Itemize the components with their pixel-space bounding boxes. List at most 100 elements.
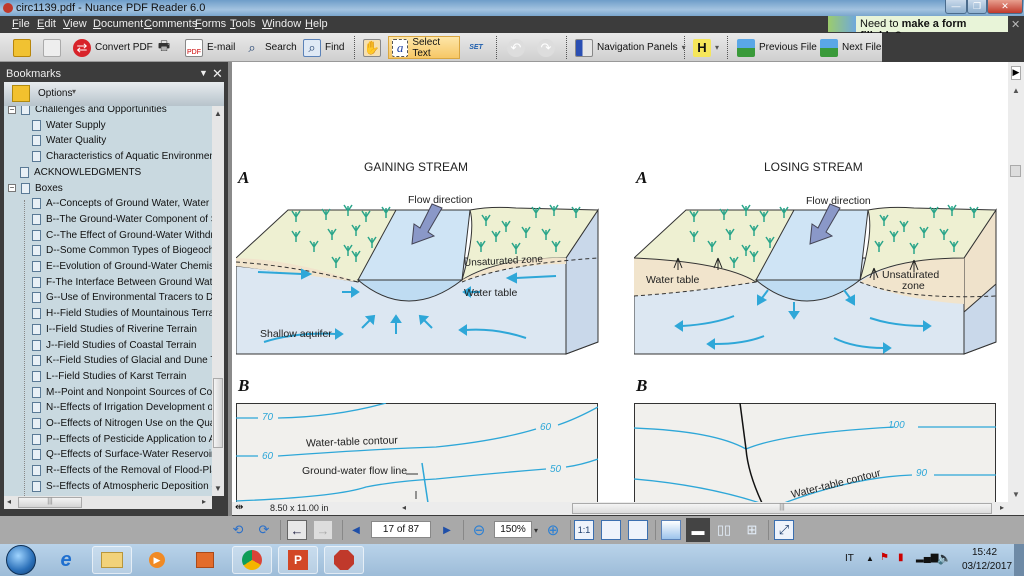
bookmark-item[interactable]: Water Quality <box>32 133 106 148</box>
bookmark-item[interactable]: K--Field Studies of Glacial and Dune Te <box>32 353 212 368</box>
scroll-down-icon[interactable]: ▼ <box>214 484 222 493</box>
facing-pages-button[interactable]: ▯▯ <box>714 520 734 540</box>
forward-view-button[interactable]: → <box>313 520 333 540</box>
actual-size-button[interactable]: 1:1 <box>574 520 594 540</box>
collapse-toggle-icon[interactable]: − <box>8 184 16 192</box>
bookmark-item[interactable]: N--Effects of Irrigation Development or <box>32 400 212 415</box>
scroll-up-icon[interactable]: ▲ <box>1012 86 1020 95</box>
bookmark-item[interactable]: H--Field Studies of Mountainous Terra <box>32 306 212 321</box>
continuous-facing-button[interactable]: ⊞ <box>742 520 762 540</box>
save-button[interactable] <box>40 36 64 59</box>
next-page-arrow-icon[interactable]: ▶ <box>1011 66 1021 80</box>
set-button[interactable]: SET <box>464 36 488 59</box>
bookmark-item[interactable]: I--Field Studies of Riverine Terrain <box>32 322 197 337</box>
clock-time[interactable]: 15:42 <box>972 547 997 558</box>
bookmark-item[interactable]: Characteristics of Aquatic Environment <box>32 149 212 164</box>
bookmark-item[interactable]: ACKNOWLEDGMENTS <box>20 165 141 180</box>
scrollbar-thumb[interactable]: ||| <box>572 503 992 514</box>
document-horizontal-scrollbar[interactable]: ⇹ 8.50 x 11.00 in ◂ ||| ▸ <box>232 502 1024 515</box>
panel-menu-icon[interactable]: ▼ <box>199 68 208 78</box>
chevron-down-icon[interactable]: ▾ <box>715 43 719 52</box>
chrome-icon[interactable] <box>232 546 272 574</box>
promo-close-icon[interactable]: ✕ <box>1011 18 1020 31</box>
show-desktop-button[interactable] <box>1014 544 1024 576</box>
page-number-field[interactable]: 17 of 87 <box>371 521 431 538</box>
scroll-up-icon[interactable]: ▲ <box>214 109 222 118</box>
redo-button[interactable]: ↷ <box>534 36 558 59</box>
internet-explorer-icon[interactable]: e <box>46 546 86 574</box>
open-button[interactable] <box>10 36 34 59</box>
bookmark-item[interactable]: L--Field Studies of Karst Terrain <box>32 369 186 384</box>
back-view-button[interactable]: ← <box>287 520 307 540</box>
menu-forms[interactable]: Forms <box>195 18 226 30</box>
bookmark-item[interactable]: A--Concepts of Ground Water, Water T <box>32 196 212 211</box>
bookmark-item[interactable]: D--Some Common Types of Biogeoche <box>32 243 212 258</box>
highlight-button[interactable]: H ▾ <box>690 36 722 59</box>
panel-close-icon[interactable]: ✕ <box>212 66 223 82</box>
options-icon[interactable] <box>12 85 30 102</box>
continuous-page-button[interactable]: ▬ <box>686 518 710 542</box>
search-button[interactable]: ⌕ Search <box>240 36 300 59</box>
power-icon[interactable]: ▮ <box>898 552 904 563</box>
bookmark-item[interactable]: S--Effects of Atmospheric Deposition o <box>32 479 212 494</box>
bookmark-item[interactable]: P--Effects of Pesticide Application to A… <box>32 432 212 447</box>
scroll-down-icon[interactable]: ▼ <box>1012 490 1020 499</box>
bookmark-item[interactable]: E--Evolution of Ground-Water Chemist <box>32 259 212 274</box>
undo-button[interactable]: ↶ <box>504 36 528 59</box>
close-button[interactable]: ✕ <box>987 0 1023 14</box>
media-player-icon[interactable]: ▶ <box>137 546 177 574</box>
bookmark-item[interactable]: M--Point and Nonpoint Sources of Con <box>32 385 212 400</box>
bookmark-item[interactable]: F-The Interface Between Ground Wate <box>32 275 212 290</box>
hand-tool-button[interactable]: ✋ <box>360 36 384 59</box>
menu-window[interactable]: Window <box>262 18 301 30</box>
action-center-icon[interactable]: ⚑ <box>880 552 889 563</box>
powerpoint-icon[interactable]: P <box>278 546 318 574</box>
language-indicator[interactable]: IT <box>845 553 854 564</box>
maximize-button[interactable]: ❐ <box>967 0 987 14</box>
previous-file-button[interactable]: Previous File <box>734 36 820 59</box>
zoom-out-button[interactable]: ⊖ <box>469 520 489 540</box>
collapse-toggle-icon[interactable]: − <box>8 106 16 114</box>
scrollbar-thumb[interactable]: ||| <box>18 497 82 508</box>
volume-icon[interactable]: 🔈 <box>937 551 952 565</box>
fit-width-button[interactable] <box>628 520 648 540</box>
previous-page-button[interactable]: ◀ <box>346 520 366 540</box>
next-file-button[interactable]: Next File <box>817 36 884 59</box>
next-page-button[interactable]: ▶ <box>437 520 457 540</box>
email-button[interactable]: PDF E-mail <box>182 36 238 59</box>
zoom-in-button[interactable]: ⊕ <box>543 520 563 540</box>
bookmark-item[interactable]: R--Effects of the Removal of Flood-Pla <box>32 463 212 478</box>
full-screen-button[interactable]: ⤢ <box>774 520 794 540</box>
nuance-pdf-icon[interactable] <box>324 546 364 574</box>
promo-banner[interactable]: Need to make a form fillable? <box>828 16 1008 42</box>
start-button[interactable] <box>6 545 36 575</box>
menu-help[interactable]: Help <box>305 18 328 30</box>
menu-file[interactable]: File <box>12 18 30 30</box>
file-explorer-icon[interactable] <box>92 546 132 574</box>
bookmarks-vertical-scrollbar[interactable]: ▲ ▼ <box>212 106 224 496</box>
scroll-right-icon[interactable]: ▸ <box>1000 503 1004 512</box>
scroll-left-icon[interactable]: ◂ <box>7 497 11 506</box>
find-button[interactable]: ⌕ Find <box>300 36 347 59</box>
show-hidden-icons-icon[interactable]: ▲ <box>866 554 874 563</box>
convert-pdf-button[interactable]: ⇄ Convert PDF <box>70 36 156 59</box>
scroll-left-icon[interactable]: ◂ <box>402 503 406 512</box>
select-text-button[interactable]: a Select Text <box>388 36 460 59</box>
fit-page-button[interactable] <box>601 520 621 540</box>
bookmark-item[interactable]: J--Field Studies of Coastal Terrain <box>32 338 196 353</box>
bookmark-item[interactable]: − Challenges and Opportunities <box>8 106 167 117</box>
photo-gallery-icon[interactable] <box>185 546 225 574</box>
bookmarks-horizontal-scrollbar[interactable]: ◂ ||| ▸ <box>4 496 212 509</box>
clock-date[interactable]: 03/12/2017 <box>962 561 1012 572</box>
chevron-down-icon[interactable]: ▾ <box>72 87 76 96</box>
menu-document[interactable]: Document <box>93 18 143 30</box>
print-button[interactable]: 🖶 <box>152 36 176 59</box>
single-page-button[interactable] <box>661 520 681 540</box>
zoom-dropdown-icon[interactable]: ▾ <box>531 520 541 540</box>
bookmark-item[interactable]: C--The Effect of Ground-Water Withdr <box>32 228 212 243</box>
bookmark-item[interactable]: Water Supply <box>32 118 106 133</box>
scrollbar-thumb[interactable] <box>1010 165 1021 177</box>
menu-edit[interactable]: Edit <box>37 18 56 30</box>
scroll-right-icon[interactable]: ▸ <box>202 497 206 506</box>
bookmark-item[interactable]: − Boxes <box>8 181 63 196</box>
